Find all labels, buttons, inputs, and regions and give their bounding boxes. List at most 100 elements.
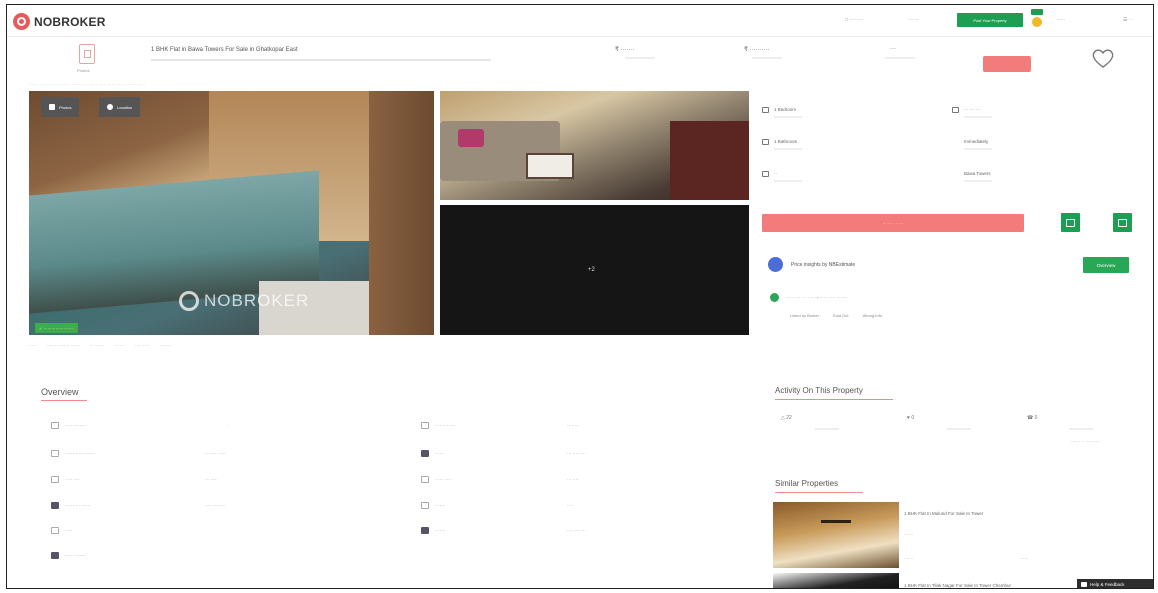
floor-icon — [762, 171, 769, 177]
society-label: Bawa Towers — [964, 171, 991, 176]
facing-icon — [421, 450, 429, 457]
bathrooms-info: 1 Bathroom — [762, 139, 802, 150]
price-sub — [625, 57, 655, 59]
similar-property-name[interactable]: 1 BHK Flat In Mulund For Sale In Tower — [904, 511, 983, 516]
downloads-link[interactable]: □ ········ — [845, 17, 863, 23]
overview-value-1: · — [227, 423, 229, 428]
bath-icon — [762, 139, 769, 145]
breadcrumb[interactable]: ······ · ······· ··· · ······· · ·······… — [29, 82, 145, 87]
get-owner-details-button[interactable] — [983, 56, 1031, 72]
help-feedback-label: Help & Feedback — [1090, 582, 1125, 587]
watermark-logo-icon — [179, 291, 199, 311]
overview-row-10: ······· — [421, 527, 446, 534]
report-link-broker[interactable]: Listed by Broker — [790, 313, 819, 318]
gallery-tabs[interactable]: ······ ········ ········ ······· ··· ·····… — [29, 343, 171, 348]
overview-row-11: ······ ······· — [51, 552, 86, 559]
society-info: Bawa Towers — [964, 171, 992, 182]
top-header: NOBROKER □ ········ ······· Post Your Pr… — [7, 5, 1153, 37]
photos-button-label: Photos — [59, 104, 72, 110]
photos-button[interactable]: Photos — [41, 97, 80, 117]
overview-row-9: ····· — [51, 527, 73, 534]
account-link[interactable]: ····· — [1057, 17, 1065, 23]
ownership-icon — [421, 422, 429, 429]
estimate-icon — [768, 257, 783, 272]
watermark: NOBROKER — [179, 291, 309, 311]
more-photos-count: +2 — [588, 267, 595, 273]
bedrooms-info: 1 Bedroom — [762, 107, 802, 118]
help-feedback-button[interactable]: Help & Feedback — [1077, 579, 1153, 588]
area-stat: ··· — [890, 46, 896, 52]
contacts-stat: ☎ 0 — [1027, 415, 1038, 421]
camera-icon — [49, 104, 55, 110]
chat-button[interactable] — [1113, 213, 1132, 232]
overview-value-5: ··· ···· — [205, 477, 217, 482]
bed-icon — [762, 107, 769, 113]
watermark-text: NOBROKER — [204, 291, 310, 310]
activity-footer: ······· ·· ··········· — [1071, 439, 1100, 444]
calendar-icon — [1066, 218, 1075, 227]
price-insights-label: Price insights by NBEstimate — [791, 261, 856, 268]
lift-icon — [421, 502, 429, 509]
gallery-side-photo[interactable] — [440, 91, 749, 200]
brand-name: NOBROKER — [34, 14, 106, 29]
overview-row-2: ········· ···· — [421, 422, 456, 429]
activity-underline — [775, 399, 893, 400]
overview-value-7: ···· ········· — [205, 503, 226, 508]
overview-row-4: ······ — [421, 450, 444, 457]
logo-icon — [13, 13, 30, 30]
emi-stat: ₹ ·········· — [744, 47, 770, 53]
similar-property-photo[interactable] — [773, 502, 899, 568]
chat-icon — [1118, 218, 1127, 227]
similar-title: Similar Properties — [775, 479, 839, 488]
parking-icon — [421, 527, 429, 534]
contacts-sub — [1069, 428, 1093, 430]
overview-button[interactable]: Overview — [1083, 257, 1129, 273]
overview-row-8: ······· — [421, 502, 446, 509]
report-link-wrong[interactable]: Wrong Info — [862, 313, 882, 318]
schedule-visit-button[interactable] — [1061, 213, 1080, 232]
coins-icon[interactable] — [1031, 9, 1043, 29]
overview-value-6: ··· ···· — [567, 477, 579, 482]
location-button[interactable]: Location — [99, 97, 141, 117]
similar-property-name-2[interactable]: 1 BHK Flat In Tilak Nagar For Sale In To… — [904, 583, 1011, 588]
report-prompt: ······ ····· ··· ·······/······ · ···· ·… — [770, 293, 847, 302]
overview-value-4: ··· ···· ···· — [567, 451, 586, 456]
overview-row-7: ·········· ······ — [51, 502, 90, 509]
report-link-sold[interactable]: Sold Out — [833, 313, 849, 318]
possession-label: ··· ·· ···· — [964, 107, 980, 112]
availability-label: Immediately — [964, 139, 989, 144]
overview-row-6: ······ ···· — [421, 476, 451, 483]
gallery-more-photos[interactable]: +2 — [440, 205, 749, 335]
carpet-icon — [421, 476, 429, 483]
verified-badge: ✓ ······················· — [35, 323, 79, 333]
menu-icon[interactable]: ☰ ··· — [1123, 17, 1134, 23]
report-links: Listed by Broker Sold Out Wrong Info — [790, 313, 882, 318]
location-pin-icon — [107, 104, 113, 110]
shortlist-heart-icon[interactable] — [1091, 47, 1115, 69]
furnishing-icon — [51, 502, 59, 509]
similar-property-photo-2[interactable] — [773, 573, 899, 588]
overview-value-10: ···· ···· ··· — [567, 528, 586, 533]
get-owner-details-cta[interactable]: ·· ····· ······· — [762, 214, 1024, 232]
gallery-main-photo[interactable]: Photos Location NOBROKER ✓ ·············… — [29, 91, 434, 335]
post-property-button[interactable]: Post Your Property — [957, 13, 1023, 27]
views-sub — [815, 428, 839, 430]
calendar-icon — [952, 107, 959, 113]
overview-title: Overview — [41, 387, 79, 397]
building-icon — [79, 44, 95, 64]
area-icon — [51, 476, 59, 483]
pay-rent-link[interactable]: ······· — [907, 17, 919, 23]
property-address — [151, 59, 491, 61]
shortlists-sub — [947, 428, 971, 430]
price-insights[interactable]: Price insights by NBEstimate — [768, 257, 855, 272]
age-icon — [51, 422, 59, 429]
contacts-count: 0 — [1034, 415, 1038, 421]
property-title: 1 BHK Flat in Bawa Towers For Sale in Gh… — [151, 47, 298, 53]
photo-caption: Photos — [77, 68, 90, 73]
security-icon — [51, 552, 59, 559]
bathrooms-label: 1 Bathroom — [774, 139, 798, 144]
property-header: Photos 1 BHK Flat in Bawa Towers For Sal… — [7, 39, 1153, 79]
brand-logo[interactable]: NOBROKER — [13, 13, 106, 30]
similar-property-price: ······· — [904, 532, 914, 537]
floor-info: ·· — [762, 171, 802, 182]
